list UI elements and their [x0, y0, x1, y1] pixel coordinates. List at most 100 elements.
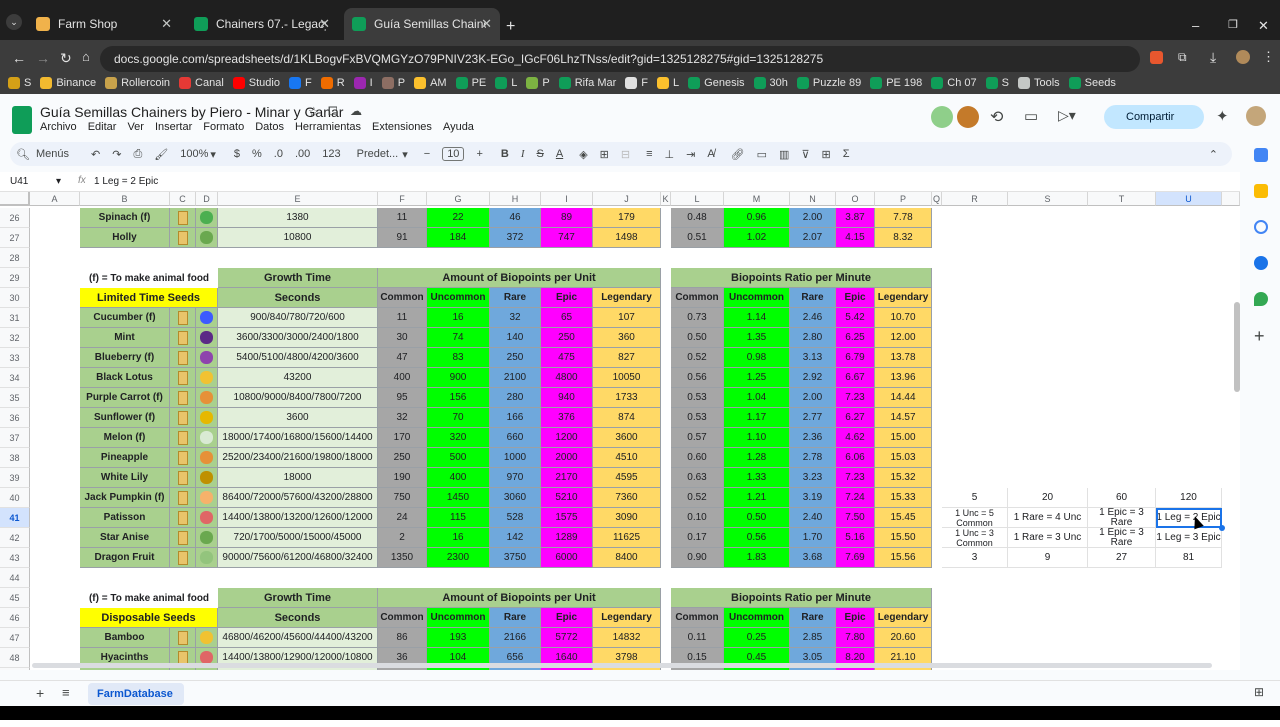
conversion-note-cell[interactable]: 27: [1088, 548, 1156, 568]
rare-biopoints-cell[interactable]: 3060: [490, 488, 541, 508]
seed-packet-cell[interactable]: [170, 308, 196, 328]
rare-biopoints-cell[interactable]: 1000: [490, 448, 541, 468]
growth-seconds-cell[interactable]: 5400/5100/4800/4200/3600: [218, 348, 378, 368]
plant-image-cell[interactable]: [196, 408, 218, 428]
uncommon-ratio-cell[interactable]: 1.83: [724, 548, 790, 568]
legendary-biopoints-cell[interactable]: 11625: [593, 528, 661, 548]
uncommon-biopoints-cell[interactable]: 156: [427, 388, 490, 408]
menus-search[interactable]: Menús: [36, 148, 69, 160]
legendary-biopoints-cell[interactable]: 1498: [593, 228, 661, 248]
plant-image-cell[interactable]: [196, 428, 218, 448]
increase-font-icon[interactable]: +: [476, 148, 482, 160]
epic-biopoints-cell[interactable]: 5772: [541, 628, 593, 648]
filter-views-icon[interactable]: ⊞: [822, 148, 831, 161]
uncommon-ratio-cell[interactable]: 1.04: [724, 388, 790, 408]
column-header-r[interactable]: R: [942, 192, 1008, 206]
vertical-align-icon[interactable]: ⊥: [665, 148, 675, 161]
font-size-input[interactable]: 10: [442, 147, 465, 161]
seed-name-cell[interactable]: Purple Carrot (f): [80, 388, 170, 408]
common-ratio-cell[interactable]: 0.73: [671, 308, 724, 328]
bookmark-item[interactable]: Rollercoin: [105, 77, 170, 89]
bookmark-item[interactable]: Ch 07: [931, 77, 977, 89]
number-format-button[interactable]: 123: [322, 148, 340, 160]
bookmark-item[interactable]: Seeds: [1068, 77, 1116, 89]
growth-seconds-cell[interactable]: 25200/23400/21600/19800/18000: [218, 448, 378, 468]
rare-biopoints-cell[interactable]: 970: [490, 468, 541, 488]
common-ratio-cell[interactable]: 0.10: [671, 508, 724, 528]
bookmark-item[interactable]: P: [381, 77, 405, 89]
row-header-41[interactable]: 41: [0, 508, 30, 528]
plant-image-cell[interactable]: [196, 628, 218, 648]
common-biopoints-cell[interactable]: 47: [378, 348, 427, 368]
common-ratio-cell[interactable]: 0.63: [671, 468, 724, 488]
seed-packet-cell[interactable]: [170, 488, 196, 508]
common-biopoints-cell[interactable]: 30: [378, 328, 427, 348]
move-folder-icon[interactable]: ⧠: [328, 104, 338, 119]
plant-image-cell[interactable]: [196, 328, 218, 348]
epic-biopoints-cell[interactable]: 65: [541, 308, 593, 328]
legendary-biopoints-cell[interactable]: 827: [593, 348, 661, 368]
rare-ratio-cell[interactable]: 2.00: [790, 388, 836, 408]
fill-color-icon[interactable]: ◈: [579, 148, 587, 161]
seed-packet-cell[interactable]: [170, 328, 196, 348]
seed-name-cell[interactable]: Jack Pumpkin (f): [80, 488, 170, 508]
uncommon-ratio-cell[interactable]: 0.80: [724, 668, 790, 670]
uncommon-biopoints-cell[interactable]: 70: [427, 408, 490, 428]
rare-biopoints-cell[interactable]: 528: [490, 508, 541, 528]
uncommon-biopoints-cell[interactable]: 500: [427, 448, 490, 468]
currency-button[interactable]: $: [234, 148, 240, 160]
seed-packet-cell[interactable]: [170, 408, 196, 428]
epic-ratio-cell[interactable]: 7.23: [836, 468, 875, 488]
merge-cells-icon[interactable]: ⊟: [621, 148, 630, 161]
formula-input[interactable]: 1 Leg = 2 Epic: [94, 176, 158, 187]
extensions-puzzle-icon[interactable]: ⧉: [1178, 50, 1187, 65]
undo-icon[interactable]: ↶: [91, 148, 100, 161]
conversion-note-cell[interactable]: 60: [1088, 488, 1156, 508]
epic-ratio-cell[interactable]: 7.69: [836, 548, 875, 568]
seed-name-cell[interactable]: Blueberry (f): [80, 348, 170, 368]
rare-ratio-cell[interactable]: 2.46: [790, 308, 836, 328]
common-biopoints-cell[interactable]: 2: [378, 528, 427, 548]
conversion-note-cell[interactable]: 81: [1156, 548, 1222, 568]
rare-ratio-header[interactable]: Rare: [790, 288, 836, 308]
growth-seconds-cell[interactable]: 1380: [218, 208, 378, 228]
rare-biopoints-cell[interactable]: 46: [490, 208, 541, 228]
uncommon-biopoints-cell[interactable]: 2: [427, 668, 490, 670]
explore-icon[interactable]: ⊞: [1254, 685, 1264, 699]
epic-biopoints-cell[interactable]: 5210: [541, 488, 593, 508]
common-biopoints-cell[interactable]: 11: [378, 208, 427, 228]
epic-ratio-cell[interactable]: 7.80: [836, 628, 875, 648]
all-sheets-icon[interactable]: ≡: [62, 685, 70, 700]
common-ratio-cell[interactable]: 0.53: [671, 388, 724, 408]
profile-avatar[interactable]: [1236, 50, 1250, 64]
conversion-note-cell[interactable]: 1 Unc = 3 Common: [942, 528, 1008, 548]
uncommon-biopoints-cell[interactable]: 115: [427, 508, 490, 528]
row-header-36[interactable]: 36: [0, 408, 30, 428]
epic-ratio-cell[interactable]: 5.16: [836, 528, 875, 548]
epic-biopoints-cell[interactable]: 940: [541, 388, 593, 408]
seed-name-cell[interactable]: Marigold: [80, 668, 170, 670]
epic-biopoints-cell[interactable]: 376: [541, 408, 593, 428]
seed-packet-cell[interactable]: [170, 468, 196, 488]
seed-packet-cell[interactable]: [170, 628, 196, 648]
seed-name-cell[interactable]: Melon (f): [80, 428, 170, 448]
uncommon-biopoints-cell[interactable]: 1450: [427, 488, 490, 508]
legendary-ratio-cell[interactable]: 13.96: [875, 368, 932, 388]
row-header-35[interactable]: 35: [0, 388, 30, 408]
epic-biopoints-cell[interactable]: 747: [541, 228, 593, 248]
growth-seconds-cell[interactable]: 14400/13800/13200/12600/12000: [218, 508, 378, 528]
plant-image-cell[interactable]: [196, 448, 218, 468]
text-wrap-icon[interactable]: ⇥: [686, 148, 695, 161]
borders-icon[interactable]: ⊞: [600, 148, 609, 161]
uncommon-biopoints-cell[interactable]: 400: [427, 468, 490, 488]
text-rotate-icon[interactable]: A̸: [707, 148, 714, 160]
rare-biopoints-cell[interactable]: 166: [490, 408, 541, 428]
column-header-v[interactable]: [1222, 192, 1240, 206]
epic-ratio-cell[interactable]: 7.23: [836, 388, 875, 408]
uncommon-ratio-header[interactable]: Uncommon: [724, 288, 790, 308]
common-biopoints-cell[interactable]: 170: [378, 428, 427, 448]
uncommon-ratio-cell[interactable]: 0.56: [724, 528, 790, 548]
legendary-ratio-cell[interactable]: 20.60: [875, 628, 932, 648]
legendary-ratio-cell[interactable]: 15.50: [875, 528, 932, 548]
rare-ratio-cell[interactable]: 3.19: [790, 488, 836, 508]
